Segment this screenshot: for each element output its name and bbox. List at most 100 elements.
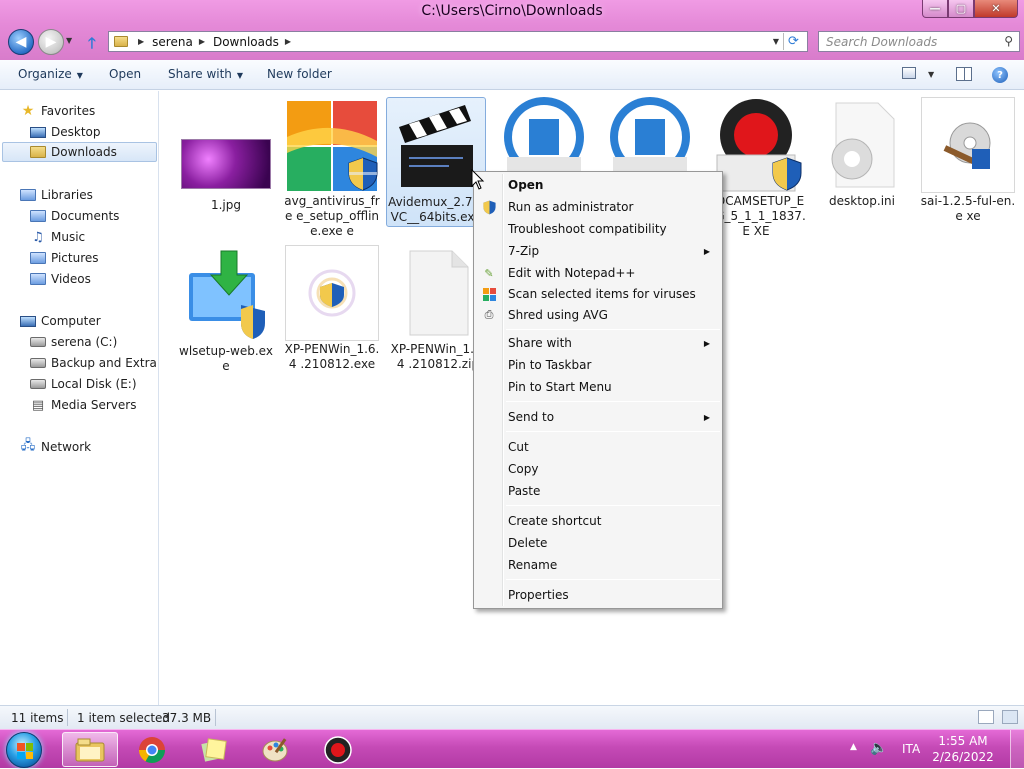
nav-drive-e[interactable]: Local Disk (E:)	[30, 374, 137, 394]
clock-time[interactable]: 1:55 AM	[928, 734, 998, 748]
organize-button[interactable]: Organize ▼	[18, 67, 83, 81]
libraries-icon	[20, 189, 36, 201]
nav-downloads[interactable]: Downloads	[2, 142, 157, 162]
chevron-down-icon[interactable]: ▼	[928, 70, 934, 79]
menu-item-pin-start[interactable]: Pin to Start Menu	[476, 376, 720, 398]
address-dropdown-icon[interactable]: ▼	[773, 37, 779, 46]
nav-documents[interactable]: Documents	[30, 206, 119, 226]
file-item[interactable]: avg_antivirus_fre e_setup_offline.exe e	[282, 97, 382, 239]
file-item[interactable]: 1.jpg	[176, 101, 276, 213]
menu-item-notepadpp[interactable]: ✎ Edit with Notepad++	[476, 262, 720, 284]
menu-item-properties[interactable]: Properties	[476, 584, 720, 606]
submenu-arrow-icon: ▶	[703, 412, 710, 422]
menu-label: Create shortcut	[508, 514, 602, 528]
file-name: wlsetup-web.exe	[179, 344, 273, 373]
submenu-arrow-icon: ▶	[703, 338, 710, 348]
menu-item-send-to[interactable]: Send to ▶	[476, 406, 720, 428]
menu-item-scan-viruses[interactable]: Scan selected items for viruses	[476, 283, 720, 305]
file-item-selected[interactable]: Avidemux_2.7.8 VC__64bits.exe	[386, 97, 486, 227]
new-folder-button[interactable]: New folder	[267, 67, 332, 81]
volume-icon[interactable]: 🔈	[870, 740, 887, 756]
file-name: 1.jpg	[210, 198, 242, 212]
menu-item-rename[interactable]: Rename	[476, 554, 720, 576]
media-server-icon: ▤	[31, 397, 45, 413]
refresh-icon[interactable]: ⟳	[783, 33, 803, 50]
menu-item-copy[interactable]: Copy	[476, 458, 720, 480]
chevron-right-icon[interactable]: ▶	[285, 37, 291, 46]
show-hidden-icons-icon[interactable]: ▲	[850, 742, 857, 752]
menu-label: Send to	[508, 410, 555, 424]
file-item[interactable]: wlsetup-web.exe	[176, 247, 276, 374]
nav-music[interactable]: ♫ Music	[30, 227, 85, 247]
uac-shield-icon	[772, 157, 802, 191]
forward-button[interactable]: ▶	[38, 29, 64, 55]
file-item[interactable]: XP-PENWin_1.6.4 .210812.exe	[282, 245, 382, 372]
maximize-button[interactable]: ▢	[948, 0, 974, 18]
large-icons-view-icon[interactable]	[1002, 710, 1018, 724]
nav-videos[interactable]: Videos	[30, 269, 91, 289]
taskbar-explorer[interactable]	[62, 732, 118, 767]
windows-live-setup-icon	[178, 247, 274, 343]
menu-label: Rename	[508, 558, 558, 572]
menu-item-create-shortcut[interactable]: Create shortcut	[476, 510, 720, 532]
nav-favorites[interactable]: ★ Favorites	[20, 101, 96, 121]
nav-libraries[interactable]: Libraries	[20, 185, 93, 205]
open-button[interactable]: Open	[109, 67, 141, 81]
menu-label: Pin to Start Menu	[508, 380, 612, 394]
nav-drive-backup[interactable]: Backup and Extra Sto	[30, 353, 158, 373]
menu-item-delete[interactable]: Delete	[476, 532, 720, 554]
notepadpp-icon: ✎	[484, 266, 494, 280]
menu-item-7zip[interactable]: 7-Zip ▶	[476, 240, 720, 262]
menu-item-troubleshoot[interactable]: Troubleshoot compatibility	[476, 218, 720, 240]
nav-desktop[interactable]: Desktop	[30, 122, 101, 142]
menu-item-paste[interactable]: Paste	[476, 480, 720, 502]
breadcrumb-serena[interactable]: serena	[152, 35, 193, 49]
help-icon[interactable]: ?	[992, 67, 1008, 83]
preview-pane-icon[interactable]	[956, 67, 972, 81]
start-button[interactable]	[6, 732, 42, 768]
menu-item-cut[interactable]: Cut	[476, 436, 720, 458]
menu-item-run-as-admin[interactable]: Run as administrator	[476, 196, 720, 218]
breadcrumb-downloads[interactable]: Downloads	[213, 35, 279, 49]
nav-pictures[interactable]: Pictures	[30, 248, 99, 268]
nav-drive-c[interactable]: serena (C:)	[30, 332, 117, 352]
pictures-icon	[30, 252, 46, 264]
share-with-button[interactable]: Share with ▼	[168, 67, 243, 81]
menu-label: Delete	[508, 536, 548, 550]
show-desktop-button[interactable]	[1010, 730, 1024, 769]
nav-computer[interactable]: Computer	[20, 311, 101, 331]
menu-item-pin-taskbar[interactable]: Pin to Taskbar	[476, 354, 720, 376]
address-bar[interactable]: ▶ serena ▶ Downloads ▶ ▼ ⟳	[108, 31, 808, 52]
nav-media-servers[interactable]: ▤ Media Servers	[30, 395, 137, 415]
menu-separator	[506, 401, 720, 402]
search-placeholder: Search Downloads	[826, 35, 938, 49]
chevron-right-icon[interactable]: ▶	[199, 37, 205, 46]
search-icon[interactable]: ⚲	[1004, 34, 1013, 48]
chevron-right-icon[interactable]: ▶	[138, 37, 144, 46]
nav-network[interactable]: 🖧 Network	[20, 437, 91, 457]
windows-logo-icon	[17, 743, 33, 759]
menu-item-shred[interactable]: ⎙ Shred using AVG	[476, 304, 720, 326]
up-folder-button[interactable]: 🡑	[88, 33, 96, 58]
nav-label: Libraries	[41, 188, 93, 202]
taskbar-paint[interactable]	[248, 732, 304, 767]
change-view-icon[interactable]	[902, 67, 916, 79]
file-item[interactable]: sai-1.2.5-ful-en.e xe	[918, 97, 1018, 224]
file-item[interactable]: desktop.ini	[812, 97, 912, 209]
image-thumbnail	[178, 101, 274, 197]
selection-size: 37.3 MB	[162, 711, 212, 725]
back-button[interactable]: ◀	[8, 29, 34, 55]
taskbar-sticky-notes[interactable]	[186, 732, 242, 767]
close-button[interactable]: ✕	[974, 0, 1018, 18]
menu-item-open[interactable]: Open	[476, 174, 720, 196]
language-indicator[interactable]: ITA	[902, 742, 920, 756]
minimize-button[interactable]: —	[922, 0, 948, 18]
clock-date[interactable]: 2/26/2022	[928, 750, 998, 764]
details-view-icon[interactable]	[978, 710, 994, 724]
recent-pages-button[interactable]: ▼	[66, 36, 72, 45]
taskbar-chrome[interactable]	[124, 732, 180, 767]
search-input[interactable]: Search Downloads ⚲	[818, 31, 1020, 52]
status-separator	[67, 709, 68, 726]
menu-item-share-with[interactable]: Share with ▶	[476, 332, 720, 354]
taskbar-bandicam[interactable]	[310, 732, 366, 767]
